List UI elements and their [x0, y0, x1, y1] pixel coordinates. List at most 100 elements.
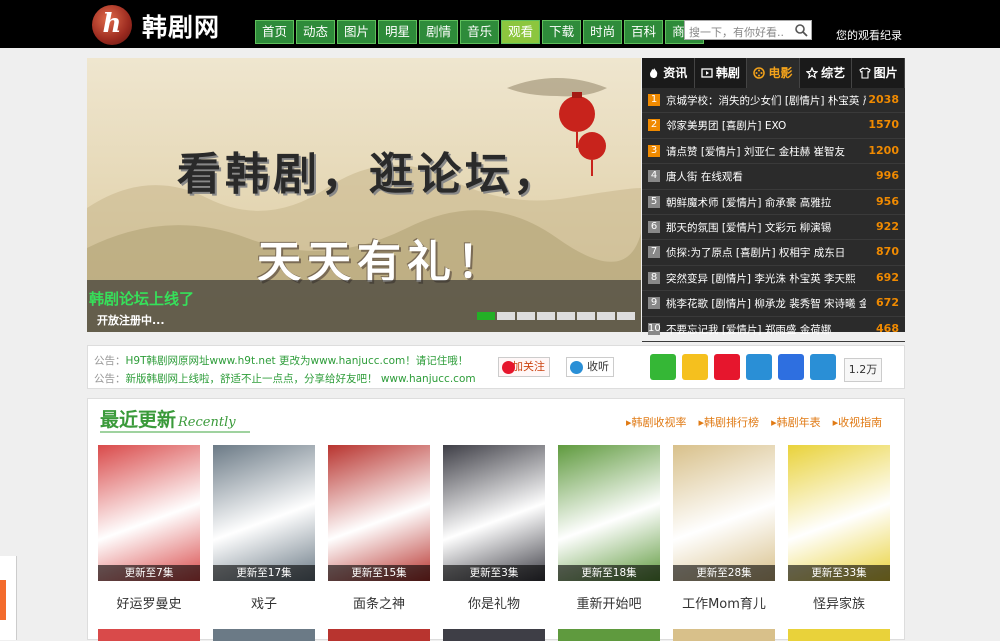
poster-image[interactable]: 更新至28集: [673, 445, 775, 581]
poster-title[interactable]: 戏子: [213, 593, 315, 612]
ranking-tab-4[interactable]: 图片: [852, 58, 905, 88]
baidu-icon[interactable]: [778, 354, 804, 380]
ranking-row[interactable]: 7 侦探:为了原点 [喜剧片] 权相宇 成东日 870: [642, 240, 905, 266]
ranking-row[interactable]: 4 唐人街 在线观看 996: [642, 164, 905, 190]
poster-card-partial[interactable]: [328, 629, 430, 641]
poster-card[interactable]: 更新至17集 戏子: [213, 445, 315, 612]
ranking-row[interactable]: 8 突然变异 [剧情片] 李光洙 朴宝英 李天熙 692: [642, 266, 905, 292]
rank-title[interactable]: 侦探:为了原点 [喜剧片] 权相宇 成东日: [666, 245, 866, 260]
poster-update-badge: 更新至17集: [213, 565, 315, 581]
rank-number: 5: [648, 195, 660, 208]
recent-link-0[interactable]: ▸韩剧收视率: [626, 414, 687, 430]
wechat-icon[interactable]: [650, 354, 676, 380]
poster-image[interactable]: 更新至17集: [213, 445, 315, 581]
qzone-icon[interactable]: [682, 354, 708, 380]
poster-image[interactable]: 更新至7集: [98, 445, 200, 581]
nav-item-9[interactable]: 百科: [624, 20, 664, 44]
slide-dot[interactable]: [537, 312, 555, 320]
slide-dot[interactable]: [557, 312, 575, 320]
side-tab[interactable]: [0, 556, 17, 640]
rank-title[interactable]: 京城学校：消失的少女们 [剧情片] 朴宝英 严: [666, 93, 866, 108]
poster-card[interactable]: 更新至33集怪异家族: [788, 445, 890, 612]
recent-title-cn: 最近更新: [100, 409, 177, 431]
poster-title[interactable]: 怪异家族: [788, 593, 890, 612]
poster-card-partial[interactable]: [443, 629, 545, 641]
poster-title[interactable]: 好运罗曼史: [98, 593, 200, 612]
ranking-tab-2[interactable]: 电影: [747, 58, 800, 88]
poster-card-partial[interactable]: [673, 629, 775, 641]
poster-card-partial[interactable]: [213, 629, 315, 641]
slide-dot[interactable]: [517, 312, 535, 320]
poster-title[interactable]: 工作Mom育儿: [673, 593, 775, 612]
weibo-icon[interactable]: [714, 354, 740, 380]
poster-card[interactable]: 更新至18集 重新开始吧: [558, 445, 660, 612]
listen-button[interactable]: 收听: [566, 357, 614, 377]
search-icon[interactable]: [794, 23, 808, 37]
rank-title[interactable]: 桃李花歌 [剧情片] 柳承龙 裴秀智 宋诗曦 金南佶: [666, 296, 866, 311]
poster-card-partial[interactable]: [788, 629, 890, 641]
poster-card-partial[interactable]: [98, 629, 200, 641]
rank-title[interactable]: 不要忘记我 [爱情片] 郑雨盛 金荷娜: [666, 322, 866, 337]
poster-image[interactable]: 更新至18集: [558, 445, 660, 581]
recent-link-1[interactable]: ▸韩剧排行榜: [699, 414, 760, 430]
rank-title[interactable]: 朝鲜魔术师 [爱情片] 俞承豪 高雅拉: [666, 195, 866, 210]
nav-item-6[interactable]: 观看: [501, 20, 541, 44]
ranking-tab-1[interactable]: 韩剧: [695, 58, 748, 88]
rank-title[interactable]: 邻家美男团 [喜剧片] EXO: [666, 118, 866, 133]
notice-text[interactable]: 新版韩剧网上线啦，舒适不止一点点，分享给好友吧！ www.hanjucc.com: [126, 373, 476, 385]
nav-item-8[interactable]: 时尚: [583, 20, 623, 44]
ranking-tab-0[interactable]: 资讯: [642, 58, 695, 88]
banner-caption-title[interactable]: 韩剧论坛上线了: [89, 288, 194, 309]
history-link[interactable]: 您的观看纪录: [836, 27, 902, 43]
ranking-row[interactable]: 2 邻家美男团 [喜剧片] EXO 1570: [642, 113, 905, 139]
rank-count: 870: [876, 245, 899, 259]
slide-dot[interactable]: [477, 312, 495, 320]
ranking-tab-3[interactable]: 综艺: [800, 58, 853, 88]
share-count[interactable]: 1.2万: [844, 358, 882, 382]
nav-item-0[interactable]: 首页: [255, 20, 295, 44]
site-name[interactable]: 韩剧网: [142, 8, 220, 44]
ranking-row[interactable]: 9 桃李花歌 [剧情片] 柳承龙 裴秀智 宋诗曦 金南佶 672: [642, 291, 905, 317]
poster-title[interactable]: 重新开始吧: [558, 593, 660, 612]
tencent-weibo-icon[interactable]: [746, 354, 772, 380]
ranking-row[interactable]: 6 那天的氛围 [爱情片] 文彩元 柳演锡 922: [642, 215, 905, 241]
nav-item-5[interactable]: 音乐: [460, 20, 500, 44]
search-input[interactable]: 搜一下，有你好看..: [684, 20, 812, 40]
poster-image[interactable]: 更新至3集: [443, 445, 545, 581]
rank-title[interactable]: 请点赞 [爱情片] 刘亚仁 金柱赫 崔智友: [666, 144, 866, 159]
ranking-row[interactable]: 5 朝鲜魔术师 [爱情片] 俞承豪 高雅拉 956: [642, 190, 905, 215]
poster-title[interactable]: 面条之神: [328, 593, 430, 612]
more-share-icon[interactable]: [810, 354, 836, 380]
nav-item-4[interactable]: 剧情: [419, 20, 459, 44]
ranking-row[interactable]: 10 不要忘记我 [爱情片] 郑雨盛 金荷娜 468: [642, 317, 905, 342]
nav-item-1[interactable]: 动态: [296, 20, 336, 44]
ranking-row[interactable]: 3 请点赞 [爱情片] 刘亚仁 金柱赫 崔智友 1200: [642, 139, 905, 165]
slide-dot[interactable]: [617, 312, 635, 320]
slide-dot[interactable]: [597, 312, 615, 320]
banner-slider[interactable]: 看韩剧，逛论坛， 天天有礼！ 韩剧论坛上线了 开放注册中...: [87, 58, 641, 332]
slide-dot[interactable]: [497, 312, 515, 320]
poster-card[interactable]: 更新至28集工作Mom育儿: [673, 445, 775, 612]
poster-card[interactable]: 更新至3集你是礼物: [443, 445, 545, 612]
nav-item-3[interactable]: 明星: [378, 20, 418, 44]
rank-title[interactable]: 那天的氛围 [爱情片] 文彩元 柳演锡: [666, 220, 866, 235]
poster-title[interactable]: 你是礼物: [443, 593, 545, 612]
nav-item-7[interactable]: 下载: [542, 20, 582, 44]
rank-title[interactable]: 唐人街 在线观看: [666, 169, 866, 184]
notice-text[interactable]: H9T韩剧网原网址www.h9t.net 更改为www.hanjucc.com！…: [126, 355, 469, 367]
poster-card[interactable]: 更新至7集好运罗曼史: [98, 445, 200, 612]
poster-image[interactable]: 更新至33集: [788, 445, 890, 581]
follow-button[interactable]: 加关注: [498, 357, 550, 377]
site-logo[interactable]: h: [92, 5, 132, 45]
recent-underline: [100, 431, 250, 433]
poster-image[interactable]: 更新至15集: [328, 445, 430, 581]
ranking-row[interactable]: 1 京城学校：消失的少女们 [剧情片] 朴宝英 严 2038: [642, 88, 905, 114]
rank-title[interactable]: 突然变异 [剧情片] 李光洙 朴宝英 李天熙: [666, 271, 866, 286]
recent-link-3[interactable]: ▸收视指南: [833, 414, 883, 430]
poster-card-partial[interactable]: [558, 629, 660, 641]
poster-card[interactable]: 更新至15集面条之神: [328, 445, 430, 612]
slide-dot[interactable]: [577, 312, 595, 320]
poster-update-badge: 更新至18集: [558, 565, 660, 581]
nav-item-2[interactable]: 图片: [337, 20, 377, 44]
recent-link-2[interactable]: ▸韩剧年表: [771, 414, 821, 430]
